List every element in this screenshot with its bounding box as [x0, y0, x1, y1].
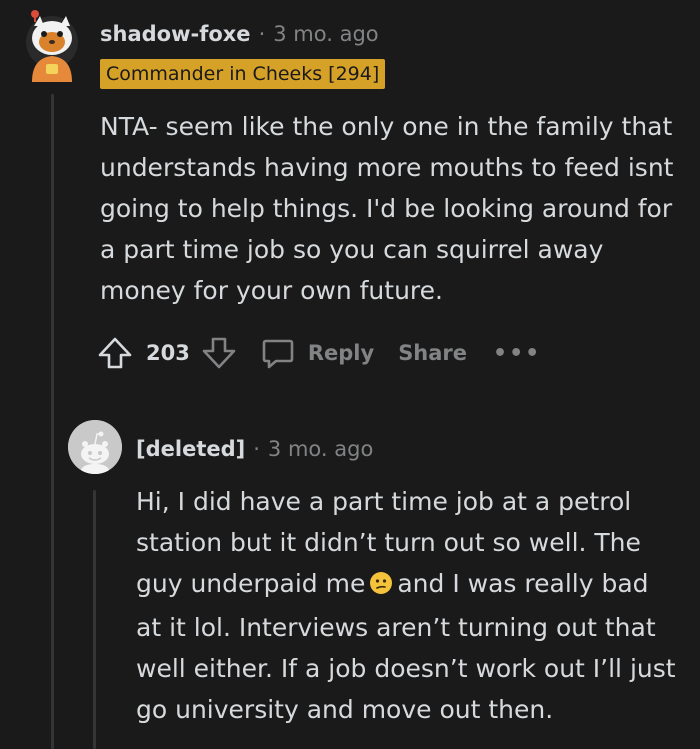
share-button[interactable]: Share — [398, 341, 467, 365]
separator-dot: · — [253, 437, 260, 461]
comment-timestamp[interactable]: 3 mo. ago — [273, 22, 378, 46]
thread-line-reply[interactable] — [93, 490, 96, 749]
reply-timestamp[interactable]: 3 mo. ago — [268, 437, 373, 461]
reply-button[interactable]: Reply — [308, 341, 374, 365]
more-options-button[interactable]: ••• — [493, 341, 541, 366]
reply-author: [deleted] — [136, 437, 246, 461]
comment-body: NTA- seem like the only one in the famil… — [100, 112, 674, 305]
avatar-shadow-foxe[interactable] — [24, 8, 80, 82]
upvote-icon[interactable] — [96, 334, 134, 372]
reply-icon[interactable] — [260, 335, 296, 371]
reply-body: Hi, I did have a part time job at a petr… — [136, 481, 676, 730]
comment-header: shadow-foxe · 3 mo. ago — [100, 14, 379, 54]
comment-author[interactable]: shadow-foxe — [100, 22, 251, 46]
user-flair: Commander in Cheeks [294] — [100, 59, 386, 89]
confused-face-icon — [369, 566, 393, 607]
vote-score: 203 — [146, 341, 190, 365]
reply-header: [deleted] · 3 mo. ago — [136, 429, 373, 469]
comment-action-bar: 203 Reply Share ••• — [96, 332, 541, 374]
downvote-icon[interactable] — [200, 334, 238, 372]
avatar-deleted-user[interactable] — [68, 420, 122, 474]
thread-line-main[interactable] — [51, 94, 54, 749]
separator-dot: · — [258, 22, 266, 46]
